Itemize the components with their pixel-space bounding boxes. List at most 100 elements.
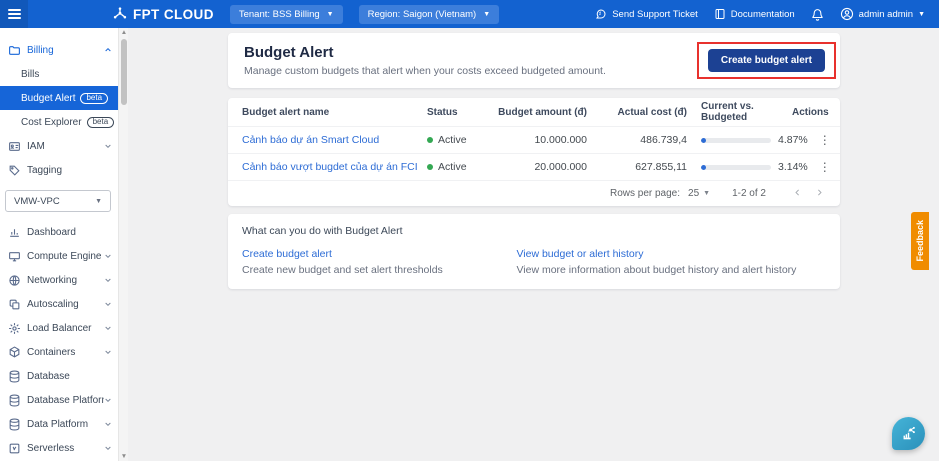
progress-cell: 4.87% <box>687 134 808 146</box>
row-actions-kebab-icon[interactable]: ⋮ <box>808 133 842 147</box>
box-icon <box>8 345 21 359</box>
progress-track <box>701 164 771 170</box>
feedback-tab[interactable]: Feedback <box>911 212 929 270</box>
table-pagination: Rows per page: 25 ▼ 1-2 of 2 <box>228 180 840 206</box>
progress-fill <box>701 164 706 170</box>
scroll-up-icon[interactable]: ▲ <box>119 28 129 37</box>
page-title: Budget Alert <box>244 44 334 61</box>
table-row: Cảnh báo dự án Smart Cloud Active 10.000… <box>228 126 840 153</box>
user-avatar-icon <box>840 7 854 21</box>
sidebar-item-billing[interactable]: Billing <box>0 38 118 62</box>
sidebar-item-data-platform[interactable]: Data Platform <box>0 412 118 436</box>
user-menu[interactable]: admin admin ▼ <box>840 7 925 21</box>
beta-badge: beta <box>80 92 109 104</box>
help-card: What can you do with Budget Alert Create… <box>228 214 840 289</box>
active-status-dot <box>427 164 433 170</box>
notifications-bell-icon[interactable] <box>811 8 824 21</box>
copy-icon <box>8 298 21 311</box>
budget-alert-name-link[interactable]: Cảnh báo vượt bugdet của dự án FCI <box>242 161 427 173</box>
help-item: Create budget alert Create new budget an… <box>242 248 516 276</box>
scrollbar-thumb[interactable] <box>121 39 127 105</box>
chevron-down-icon <box>104 142 112 150</box>
chevron-down-icon <box>104 396 112 404</box>
page-subtitle: Manage custom budgets that alert when yo… <box>244 65 606 77</box>
network-chart-icon <box>900 425 917 442</box>
send-support-ticket-button[interactable]: Send Support Ticket <box>595 8 698 20</box>
status-badge: Active <box>427 161 495 173</box>
fpt-cloud-logo[interactable]: FPT CLOUD <box>112 6 214 22</box>
chevron-down-icon <box>104 252 112 260</box>
chevron-down-icon: ▼ <box>483 10 491 18</box>
row-actions-kebab-icon[interactable]: ⋮ <box>808 160 842 174</box>
page-header-card: Budget Alert Manage custom budgets that … <box>228 33 840 88</box>
create-budget-alert-button[interactable]: Create budget alert <box>707 49 825 72</box>
progress-track <box>701 137 771 143</box>
sidebar: Billing Bills Budget Alert beta Cost Exp… <box>0 28 118 461</box>
sidebar-scrollbar[interactable]: ▲ ▼ <box>118 28 128 461</box>
budget-alert-table: Budget alert name Status Budget amount (… <box>228 98 840 206</box>
folder-icon <box>8 44 21 57</box>
help-item: View budget or alert history View more i… <box>516 248 826 276</box>
progress-cell: 3.14% <box>687 161 808 173</box>
pagination-range: 1-2 of 2 <box>732 188 766 199</box>
view-budget-history-link[interactable]: View budget or alert history <box>516 248 826 260</box>
create-budget-alert-link[interactable]: Create budget alert <box>242 248 516 260</box>
sidebar-item-tagging[interactable]: Tagging <box>0 158 118 182</box>
sidebar-item-database[interactable]: Database <box>0 364 118 388</box>
chat-bubble-icon <box>595 8 607 20</box>
actual-cost: 627.855,11 <box>635 161 687 173</box>
tenant-selector[interactable]: Tenant: BSS Billing ▼ <box>229 4 343 24</box>
progress-percent: 4.87% <box>778 134 808 146</box>
sidebar-item-dashboard[interactable]: Dashboard <box>0 220 118 244</box>
logo-text: FPT CLOUD <box>133 6 214 22</box>
chevron-down-icon: ▼ <box>95 197 102 205</box>
progress-percent: 3.14% <box>778 161 808 173</box>
progress-fill <box>701 137 706 143</box>
database-icon <box>8 418 21 431</box>
sidebar-item-networking[interactable]: Networking <box>0 268 118 292</box>
bar-chart-icon <box>8 226 21 239</box>
active-status-dot <box>427 137 433 143</box>
sidebar-item-bills[interactable]: Bills <box>0 62 118 86</box>
sidebar-item-compute-engine[interactable]: Compute Engine <box>0 244 118 268</box>
documentation-button[interactable]: Documentation <box>714 8 795 20</box>
chevron-down-icon <box>104 420 112 428</box>
sidebar-item-cost-explorer[interactable]: Cost Explorer beta <box>0 110 118 134</box>
sidebar-item-autoscaling[interactable]: Autoscaling <box>0 292 118 316</box>
scroll-down-icon[interactable]: ▼ <box>119 452 129 461</box>
database-icon <box>8 394 21 407</box>
gear-icon <box>8 322 21 335</box>
rows-per-page-label: Rows per page: <box>609 188 681 199</box>
sidebar-item-database-platform[interactable]: Database Platform <box>0 388 118 412</box>
table-row: Cảnh báo vượt bugdet của dự án FCI Activ… <box>228 153 840 180</box>
sidebar-item-budget-alert[interactable]: Budget Alert beta <box>0 86 118 110</box>
next-page-icon[interactable] <box>812 188 826 200</box>
main-content: Budget Alert Manage custom budgets that … <box>128 28 939 461</box>
red-annotation-box: Create budget alert <box>696 42 836 79</box>
budget-alert-name-link[interactable]: Cảnh báo dự án Smart Cloud <box>242 134 427 146</box>
database-icon <box>8 370 21 383</box>
sidebar-item-iam[interactable]: IAM <box>0 134 118 158</box>
chat-assistant-button[interactable] <box>892 417 925 450</box>
top-bar: FPT CLOUD Tenant: BSS Billing ▼ Region: … <box>0 0 939 28</box>
previous-page-icon[interactable] <box>790 188 804 200</box>
actual-cost: 486.739,4 <box>640 134 687 146</box>
budget-amount: 10.000.000 <box>534 134 587 146</box>
chevron-down-icon: ▼ <box>326 10 334 18</box>
region-selector[interactable]: Region: Saigon (Vietnam) ▼ <box>358 4 500 24</box>
status-badge: Active <box>427 134 495 146</box>
hamburger-menu-icon[interactable] <box>0 0 28 28</box>
sidebar-item-containers[interactable]: Containers <box>0 340 118 364</box>
beta-badge: beta <box>86 116 115 128</box>
chevron-down-icon: ▼ <box>703 190 711 197</box>
chevron-down-icon <box>104 348 112 356</box>
monitor-icon <box>8 250 21 263</box>
serverless-icon <box>8 442 21 455</box>
sidebar-item-serverless[interactable]: Serverless <box>0 436 118 460</box>
id-card-icon <box>8 140 21 153</box>
help-title: What can you do with Budget Alert <box>242 225 403 237</box>
chevron-down-icon <box>104 276 112 284</box>
vpc-selector[interactable]: VMW-VPC ▼ <box>5 190 111 212</box>
sidebar-item-load-balancer[interactable]: Load Balancer <box>0 316 118 340</box>
rows-per-page-select[interactable]: 25 ▼ <box>688 188 710 199</box>
